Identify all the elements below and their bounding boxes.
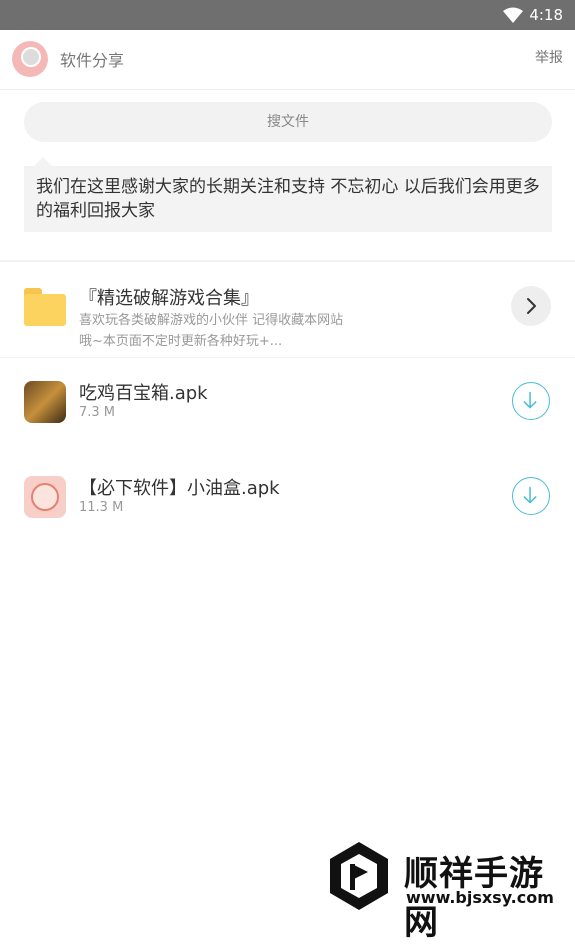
folder-icon — [24, 288, 66, 326]
app-header: 软件分享 举报 — [0, 30, 575, 90]
section-divider — [0, 260, 575, 262]
download-icon — [523, 486, 537, 504]
page-title: 软件分享 — [60, 51, 125, 70]
file-size: 7.3 M — [79, 405, 116, 420]
status-time: 4:18 — [529, 6, 563, 24]
download-button[interactable] — [512, 382, 550, 420]
download-icon — [523, 391, 537, 409]
file-name: 【必下软件】小油盒.apk — [79, 478, 280, 499]
row-divider — [0, 357, 575, 358]
status-bar: 4:18 — [0, 0, 575, 30]
file-name: 吃鸡百宝箱.apk — [79, 383, 208, 404]
app-logo-avatar[interactable] — [12, 41, 48, 77]
game-app-icon — [24, 381, 66, 423]
notice-bubble: 我们在这里感谢大家的长期关注和支持 不忘初心 以后我们会用更多的福利回报大家 — [24, 166, 552, 232]
file-size: 11.3 M — [79, 500, 124, 515]
search-files-button[interactable]: 搜文件 — [24, 102, 552, 142]
open-folder-button[interactable] — [511, 286, 551, 326]
folder-desc-line1: 喜欢玩各类破解游戏的小伙伴 记得收藏本网站 — [79, 313, 344, 328]
report-button[interactable]: 举报 — [535, 47, 563, 67]
folder-name: 『精选破解游戏合集』 — [79, 288, 259, 309]
chevron-right-icon — [527, 298, 536, 314]
notice-bubble-tail — [34, 157, 52, 166]
site-watermark: 顺祥手游网 www.bjsxsy.com — [326, 842, 566, 943]
watermark-logo-icon — [330, 842, 388, 910]
oil-box-app-icon — [24, 476, 66, 518]
download-button[interactable] — [512, 477, 550, 515]
wifi-icon — [503, 7, 523, 23]
watermark-url: www.bjsxsy.com — [406, 888, 554, 907]
folder-desc-line2: 哦~本页面不定时更新各种好玩+... — [79, 334, 283, 349]
